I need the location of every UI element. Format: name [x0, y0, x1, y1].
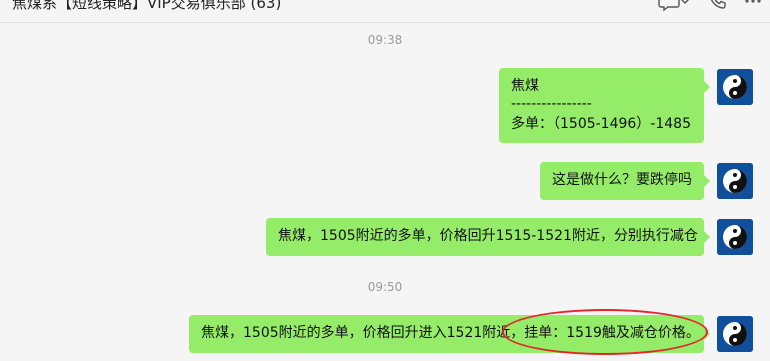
yin-yang-avatar[interactable]	[717, 316, 753, 352]
timestamp: 09:38	[367, 33, 403, 47]
header-actions	[650, 0, 770, 12]
message-line: 焦煤	[511, 78, 539, 94]
message-line: 这是做什么？要跌停吗	[552, 172, 692, 188]
message-bubble[interactable]: 焦煤 ---------------- 多单：（1505-1496）-1485	[499, 68, 710, 143]
message-bubble[interactable]: 焦煤，1505附近的多单，价格回升1515-1521附近，分别执行减仓	[266, 218, 710, 256]
timestamp: 09:50	[367, 280, 403, 294]
yin-yang-avatar[interactable]	[717, 163, 753, 199]
message-line: 焦煤，1505附近的多单，价格回升进入1521附近，挂单：1519触及减仓价格。	[201, 325, 700, 341]
more-icon[interactable]	[742, 0, 764, 12]
message-line: 多单：（1505-1496）-1485	[511, 116, 691, 132]
chevron-down-icon[interactable]	[678, 0, 692, 12]
chat-title: 焦煤系【短线策略】VIP交易俱乐部 (63)	[12, 0, 282, 12]
phone-icon[interactable]	[706, 0, 728, 12]
yin-yang-avatar[interactable]	[717, 69, 753, 105]
message-bubble[interactable]: 这是做什么？要跌停吗	[540, 162, 710, 200]
message-line: ----------------	[511, 96, 592, 112]
message-line: 焦煤，1505附近的多单，价格回升1515-1521附近，分别执行减仓	[278, 228, 698, 244]
chat-header: 焦煤系【短线策略】VIP交易俱乐部 (63)	[0, 0, 770, 23]
message-bubble[interactable]: 焦煤，1505附近的多单，价格回升进入1521附近，挂单：1519触及减仓价格。	[189, 315, 710, 353]
chat-bubble-icon[interactable]	[658, 0, 680, 12]
yin-yang-avatar[interactable]	[717, 219, 753, 255]
